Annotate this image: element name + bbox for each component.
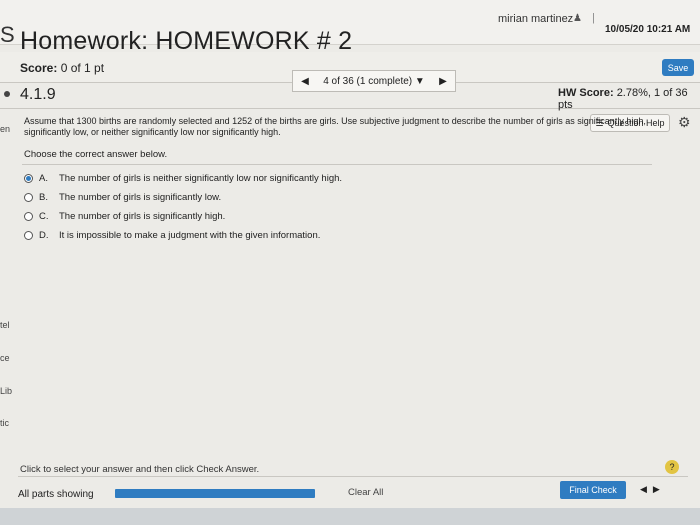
hw-score: HW Score: 2.78%, 1 of 36 pts — [558, 87, 700, 111]
radio-button[interactable] — [24, 174, 33, 183]
instruction-text: Click to select your answer and then cli… — [20, 464, 260, 475]
answer-option-b[interactable]: B. The number of girls is significantly … — [24, 192, 221, 203]
answer-option-c[interactable]: C. The number of girls is significantly … — [24, 211, 225, 222]
option-text: It is impossible to make a judgment with… — [59, 230, 321, 241]
option-letter: B. — [39, 192, 48, 203]
option-text: The number of girls is significantly hig… — [59, 211, 226, 222]
left-edge-fragment: en — [0, 124, 11, 134]
score-label: Score: — [20, 61, 58, 75]
left-edge-fragment: Lib — [0, 386, 13, 396]
next-question-button[interactable]: ▶ — [431, 71, 455, 91]
save-button[interactable]: Save — [662, 59, 694, 76]
left-edge-fragment: tel — [0, 320, 10, 330]
question-navigator: ◀ 4 of 36 (1 complete) ▼ ▶ — [292, 70, 456, 92]
homework-page: mirian martinez ♟ | 10/05/20 10:21 AM S … — [0, 0, 700, 525]
footer-nav: ◀▶ — [640, 484, 666, 495]
option-letter: D. — [39, 230, 49, 241]
previous-icon[interactable]: ◀ — [640, 484, 653, 494]
radio-button[interactable] — [24, 231, 33, 240]
score-value: 0 of 1 pt — [60, 61, 105, 75]
option-letter: C. — [39, 211, 49, 222]
all-parts-label: All parts showing — [18, 489, 94, 500]
radio-button[interactable] — [24, 193, 33, 202]
chevron-down-icon[interactable]: ▼ — [415, 76, 425, 87]
answer-option-d[interactable]: D. It is impossible to make a judgment w… — [24, 230, 320, 241]
option-letter: A. — [39, 173, 48, 184]
left-fragment: S — [0, 22, 15, 47]
answer-option-a[interactable]: A. The number of girls is neither signif… — [24, 173, 342, 184]
gear-icon[interactable]: ⚙ — [678, 114, 691, 131]
next-icon[interactable]: ▶ — [653, 484, 666, 494]
problem-id: 4.1.9 — [20, 86, 56, 103]
option-text: The number of girls is significantly low… — [59, 192, 222, 203]
score: Score: 0 of 1 pt — [20, 61, 104, 75]
left-edge-fragment: ce — [0, 353, 10, 363]
final-check-button[interactable]: Final Check — [560, 481, 626, 499]
previous-question-button[interactable]: ◀ — [293, 71, 317, 91]
datetime: 10/05/20 10:21 AM — [605, 24, 691, 35]
bottom-edge — [0, 508, 700, 525]
question-position-label: 4 of 36 (1 complete) — [323, 75, 413, 87]
parts-progress-bar — [115, 489, 315, 498]
user-name: mirian martinez — [498, 13, 574, 25]
radio-button[interactable] — [24, 212, 33, 221]
question-position[interactable]: 4 of 36 (1 complete) ▼ — [317, 76, 431, 87]
divider — [18, 476, 688, 477]
help-icon[interactable]: ? — [665, 460, 679, 474]
bullet-dot — [4, 91, 10, 97]
hw-score-label: HW Score: — [558, 87, 614, 99]
user-icon[interactable]: ♟ — [573, 13, 582, 24]
left-edge-fragment: tic — [0, 418, 9, 428]
question-text: Assume that 1300 births are randomly sel… — [24, 116, 646, 137]
separator: | — [592, 12, 595, 24]
answer-prompt: Choose the correct answer below. — [24, 149, 168, 160]
clear-all-button[interactable]: Clear All — [348, 487, 383, 498]
option-text: The number of girls is neither significa… — [59, 173, 343, 184]
divider — [22, 164, 652, 165]
top-bar: mirian martinez ♟ | 10/05/20 10:21 AM S … — [0, 0, 700, 55]
